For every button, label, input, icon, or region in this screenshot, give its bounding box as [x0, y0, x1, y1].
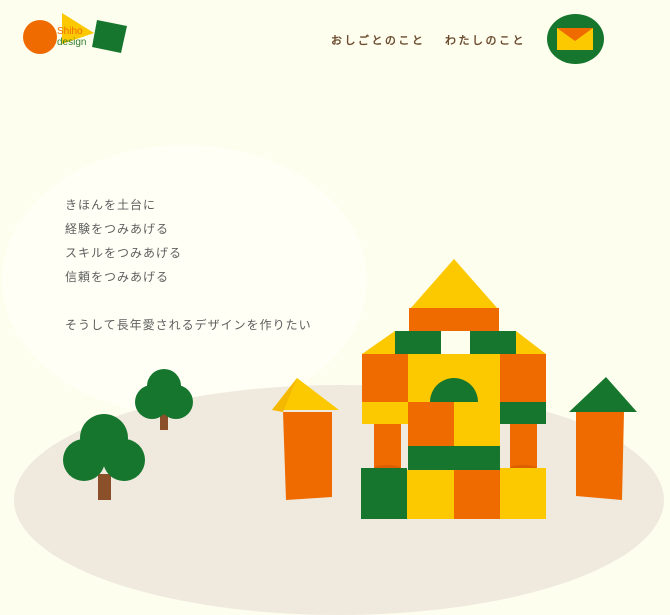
building-blocks-illustration [63, 259, 637, 519]
tree-small-icon [135, 369, 193, 430]
right-block-tower [569, 377, 637, 500]
tree-large-icon [63, 414, 145, 500]
castle-blocks [361, 259, 546, 519]
left-block-tower [272, 378, 339, 500]
